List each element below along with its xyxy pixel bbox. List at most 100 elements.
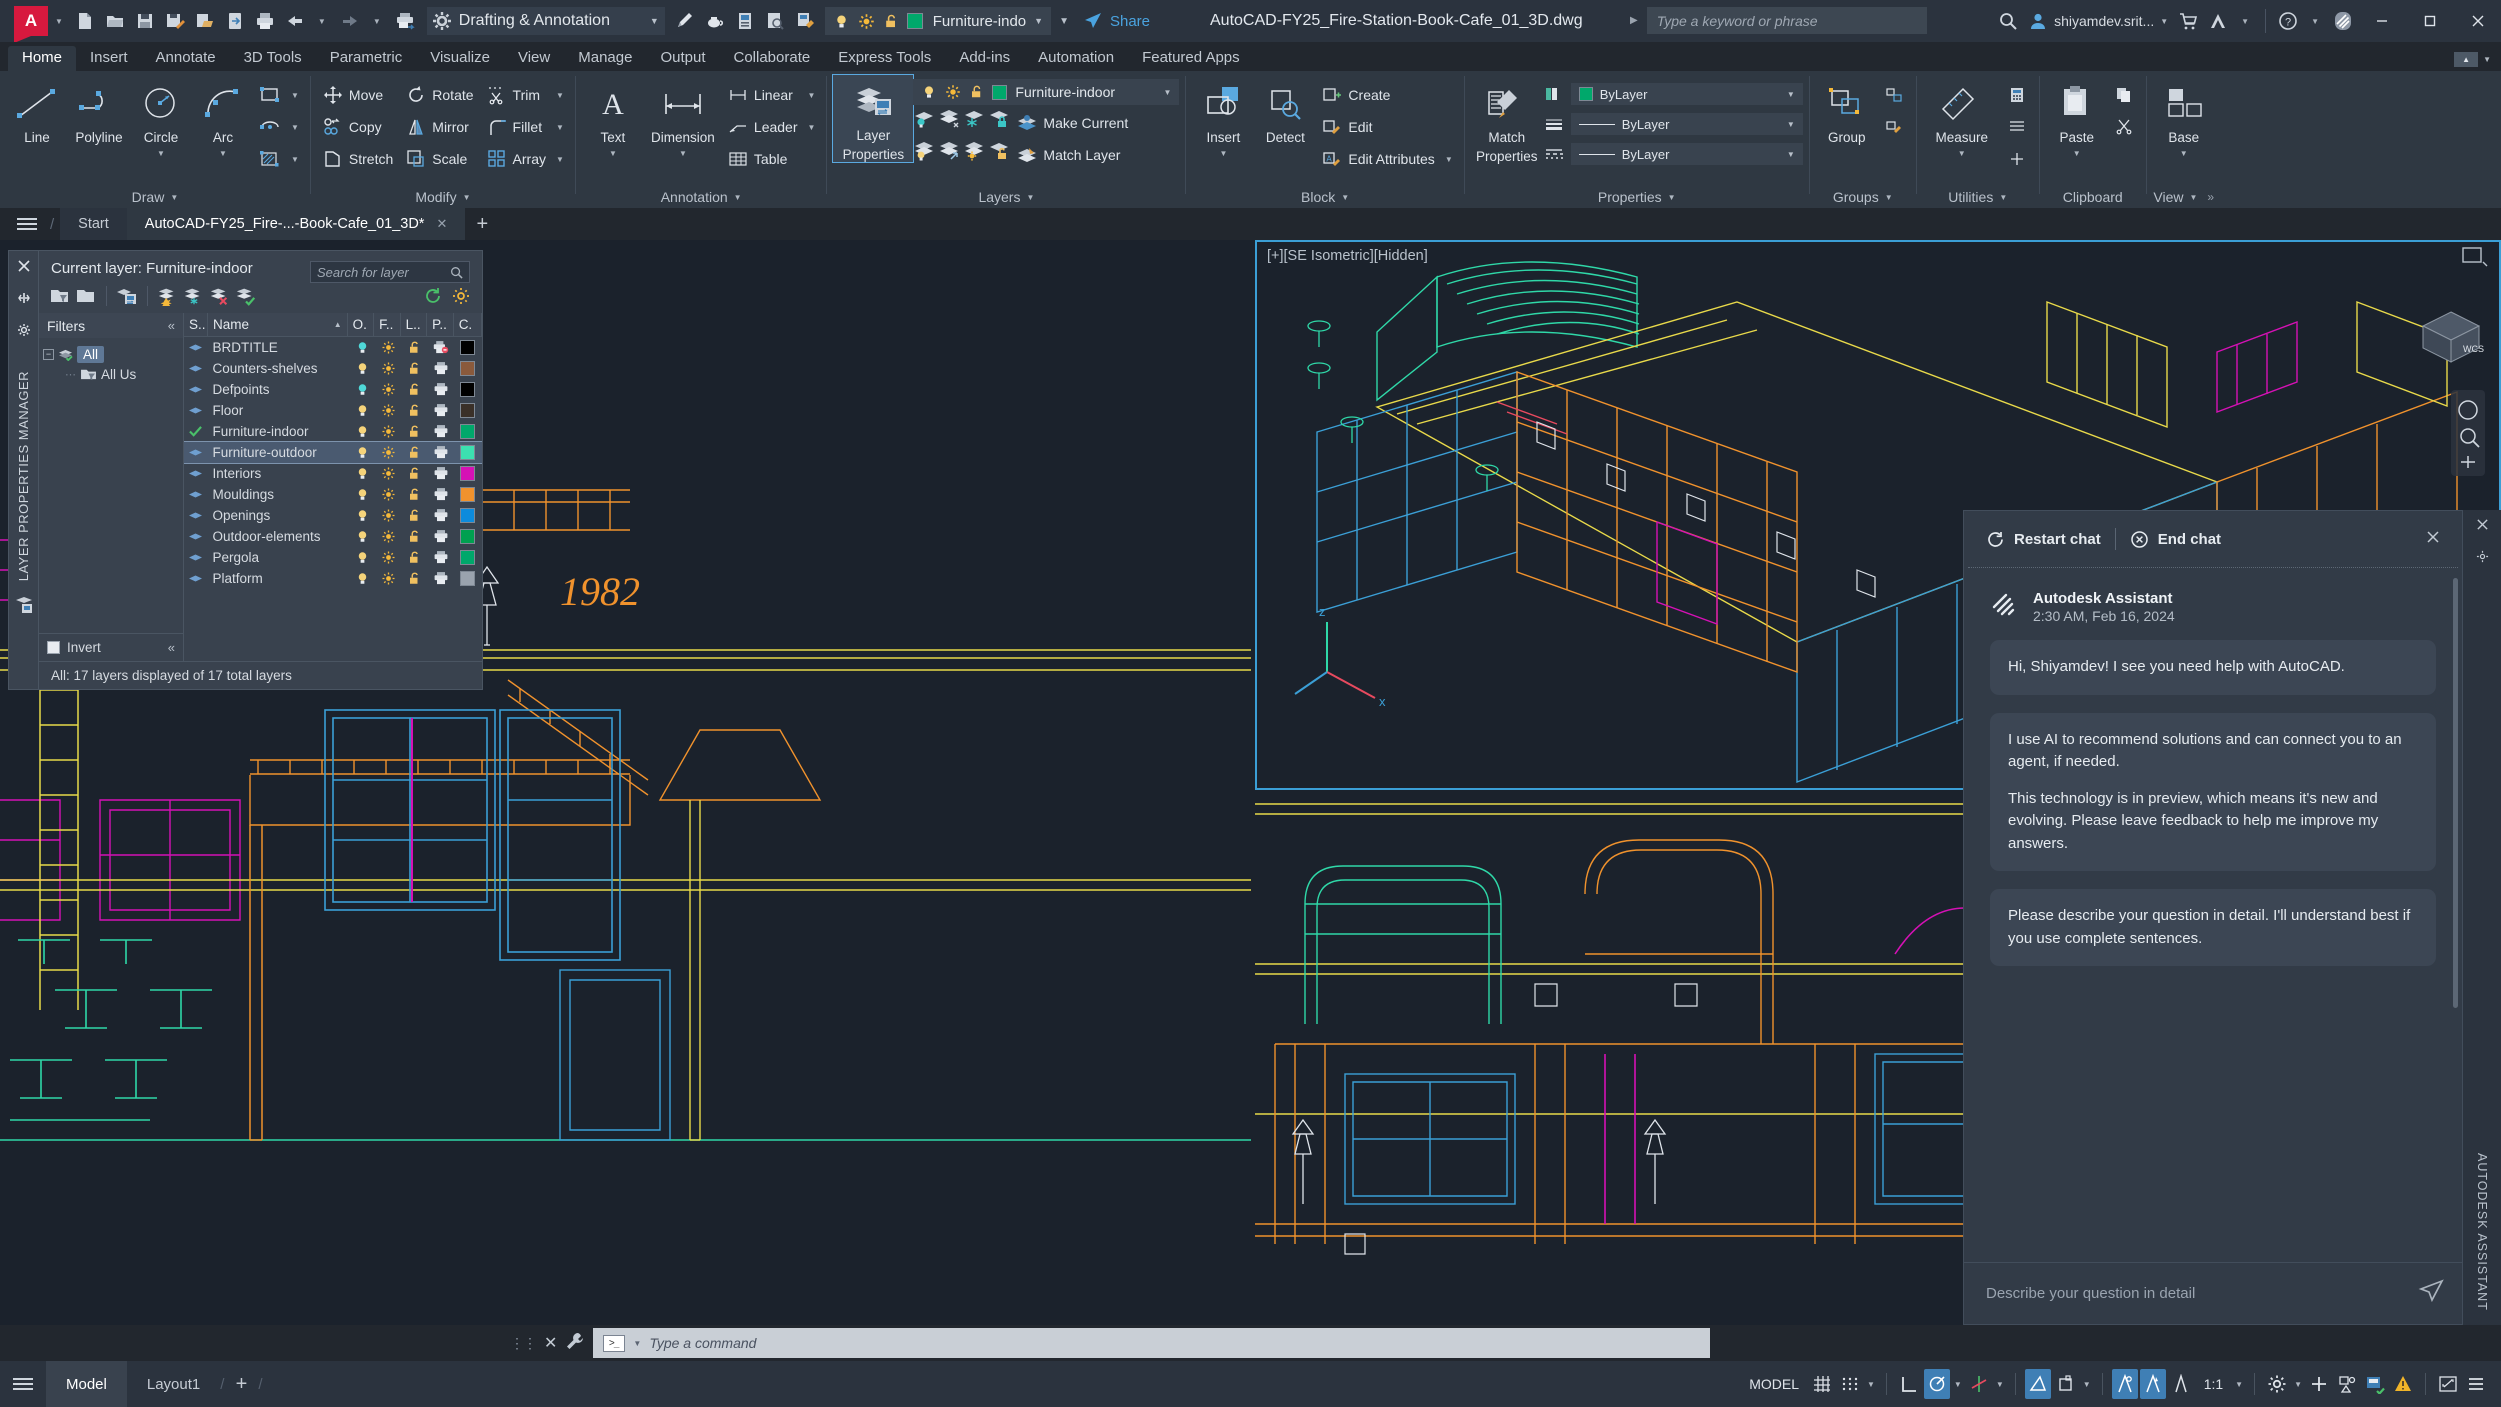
navigation-bar[interactable] <box>2451 390 2485 476</box>
layer-plot-toggle[interactable] <box>428 568 454 589</box>
trim-dropdown-caret[interactable]: ▼ <box>551 91 564 100</box>
invert-filter-row[interactable]: Invert « <box>39 633 183 661</box>
group-button[interactable]: Group <box>1816 75 1878 146</box>
col-color[interactable]: C. <box>454 313 483 336</box>
array-button[interactable]: Array ▼ <box>481 144 569 174</box>
assistant-input[interactable]: Describe your question in detail <box>1986 1285 2418 1302</box>
cleanscreen-icon[interactable] <box>2435 1369 2461 1399</box>
ribbon-collapse-control[interactable]: ▲ ▼ <box>2454 52 2491 71</box>
layer-lock-toggle[interactable] <box>402 568 428 589</box>
table-row[interactable]: Outdoor-elements <box>184 526 482 547</box>
new-layer-vp-frozen-icon[interactable] <box>183 285 205 307</box>
layer-on-toggle[interactable] <box>349 484 375 505</box>
match-layer-button[interactable]: Match Layer <box>1013 140 1125 170</box>
file-tabs-menu-icon[interactable] <box>10 208 44 240</box>
col-on[interactable]: O. <box>348 313 375 336</box>
col-status[interactable]: S.. <box>184 313 208 336</box>
chevron-down-icon[interactable]: ▼ <box>1341 193 1349 202</box>
layer-freeze-toggle[interactable] <box>375 379 401 400</box>
layer-search-input[interactable]: Search for layer <box>310 261 470 283</box>
isodraft-icon[interactable] <box>1966 1369 1992 1399</box>
layer-on-toggle[interactable] <box>349 400 375 421</box>
delete-layer-icon[interactable] <box>209 285 231 307</box>
close-icon[interactable] <box>2476 518 2489 536</box>
copy-button[interactable]: Copy <box>317 112 398 142</box>
edit-block-button[interactable]: Edit <box>1316 112 1457 142</box>
filter-node-all[interactable]: − All <box>43 344 179 364</box>
fillet-button[interactable]: Fillet ▼ <box>481 112 569 142</box>
warning-icon[interactable] <box>2390 1369 2416 1399</box>
make-current-button[interactable]: Make Current <box>1013 108 1133 138</box>
command-line-grip[interactable]: ⋮⋮ <box>510 1335 537 1352</box>
hardware-accel-icon[interactable] <box>2362 1369 2388 1399</box>
circle-dropdown-caret[interactable]: ▼ <box>157 149 165 158</box>
match-properties-button[interactable]: Match Properties <box>1471 75 1543 164</box>
layer-plot-toggle[interactable] <box>428 463 454 484</box>
help-icon[interactable]: ? <box>2274 6 2302 36</box>
fillet-dropdown-caret[interactable]: ▼ <box>551 123 564 132</box>
layer-name[interactable]: Interiors <box>206 463 349 484</box>
ortho-icon[interactable] <box>1896 1369 1922 1399</box>
layer-name[interactable]: Floor <box>206 400 349 421</box>
layer-lock-toggle[interactable] <box>402 526 428 547</box>
copy-clip-button[interactable] <box>2108 80 2140 110</box>
layer-color-swatch[interactable] <box>454 379 482 400</box>
layer-status-icon[interactable] <box>184 463 206 484</box>
mirror-button[interactable]: Mirror <box>400 112 478 142</box>
layer-freeze-toggle[interactable] <box>375 358 401 379</box>
layer-color-swatch[interactable] <box>454 442 482 463</box>
new-layer-icon[interactable] <box>157 285 179 307</box>
panel-title-utilities[interactable]: Utilities ▼ <box>1923 186 2033 208</box>
layer-lock-toggle[interactable] <box>402 547 428 568</box>
layer-state-icon[interactable] <box>791 6 819 36</box>
arc-dropdown-caret[interactable]: ▼ <box>219 149 227 158</box>
set-current-layer-icon[interactable] <box>235 285 257 307</box>
new-group-filter-icon[interactable] <box>75 285 97 307</box>
panel-title-draw[interactable]: Draw ▼ <box>6 186 304 208</box>
layer-name[interactable]: Furniture-indoor <box>206 421 349 442</box>
3dosnap-icon[interactable] <box>2053 1369 2079 1399</box>
detect-block-button[interactable]: Detect <box>1254 75 1316 146</box>
layer-isolate-icon[interactable] <box>913 108 935 130</box>
help-caret[interactable]: ▼ <box>2311 17 2319 26</box>
chevron-down-icon[interactable]: ▼ <box>650 16 659 26</box>
scale-button[interactable]: Scale <box>400 144 478 174</box>
ribbon-tab-add-ins[interactable]: Add-ins <box>945 46 1024 71</box>
layer-states-manager-icon[interactable] <box>116 285 138 307</box>
layer-extra-caret[interactable]: ▼ <box>1059 16 1069 27</box>
create-block-button[interactable]: Create <box>1316 80 1457 110</box>
layer-freeze-toggle[interactable] <box>375 526 401 547</box>
new-file-tab-button[interactable]: + <box>465 208 499 240</box>
cut-clip-button[interactable] <box>2108 112 2140 142</box>
layer-on-toggle[interactable] <box>349 442 375 463</box>
cart-icon[interactable] <box>2174 6 2202 36</box>
send-icon[interactable] <box>2418 1278 2444 1309</box>
layer-lock-toggle[interactable] <box>402 379 428 400</box>
layer-lock-toggle[interactable] <box>402 442 428 463</box>
redo-caret[interactable]: ▼ <box>373 17 381 26</box>
file-tab-start[interactable]: Start <box>60 208 127 240</box>
layer-name[interactable]: Pergola <box>206 547 349 568</box>
layer-plot-toggle[interactable] <box>428 442 454 463</box>
table-row[interactable]: Counters-shelves <box>184 358 482 379</box>
layer-name[interactable]: Counters-shelves <box>206 358 349 379</box>
hatch-button[interactable]: ▼ <box>254 144 304 174</box>
otrack-icon[interactable] <box>2111 1369 2138 1399</box>
layer-plot-toggle[interactable] <box>428 526 454 547</box>
chevron-down-icon[interactable]: ▼ <box>1787 120 1795 129</box>
tab-layout1[interactable]: Layout1 <box>127 1361 220 1407</box>
panel-title-groups[interactable]: Groups ▼ <box>1816 186 1910 208</box>
layer-properties-button[interactable]: Layer Properties <box>832 73 915 164</box>
redo-icon[interactable] <box>336 6 364 36</box>
layer-plot-toggle[interactable] <box>428 358 454 379</box>
layer-on-toggle[interactable] <box>349 379 375 400</box>
layer-color-swatch[interactable] <box>454 400 482 421</box>
layer-on-toggle[interactable] <box>349 505 375 526</box>
layer-name[interactable]: BRDTITLE <box>206 337 349 358</box>
panel-options-icon[interactable] <box>17 323 31 342</box>
polyline-button[interactable]: Polyline <box>68 75 130 146</box>
layer-status-icon[interactable] <box>184 547 206 568</box>
minimize-button[interactable] <box>2359 0 2405 42</box>
layer-plot-toggle[interactable] <box>428 400 454 421</box>
command-line[interactable]: ⋮⋮ ✕ >_ ▼ Type a command <box>510 1325 1710 1361</box>
